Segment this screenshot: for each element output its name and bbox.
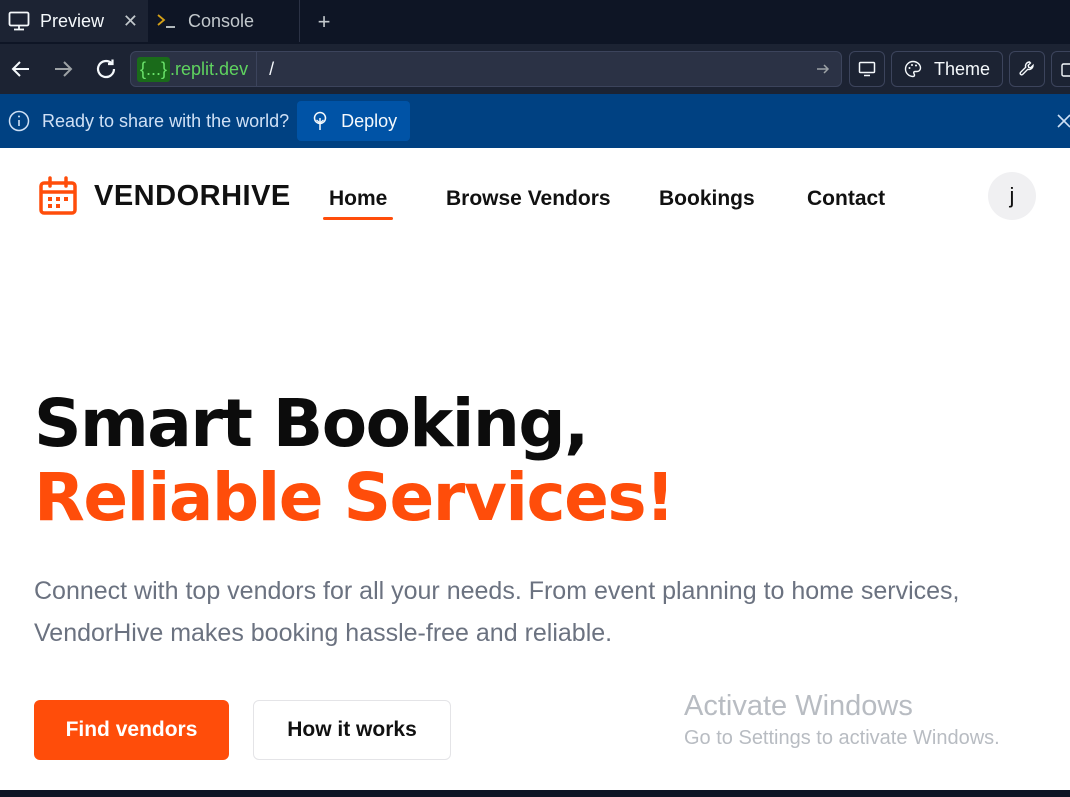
avatar[interactable]: j — [988, 172, 1036, 220]
nav-contact[interactable]: Contact — [807, 187, 885, 211]
windows-activation-watermark: Activate Windows Go to Settings to activ… — [684, 690, 1000, 750]
how-it-works-button[interactable]: How it works — [253, 700, 451, 760]
terminal-icon — [156, 11, 178, 31]
url-bar: {...} .replit.dev / Theme — [0, 44, 1070, 94]
calendar-icon[interactable] — [38, 176, 78, 221]
theme-button[interactable]: Theme — [891, 51, 1003, 87]
url-field[interactable]: {...} .replit.dev / — [130, 51, 842, 87]
refresh-icon — [96, 59, 116, 79]
nav-bookings[interactable]: Bookings — [659, 187, 755, 211]
nav-home[interactable]: Home — [322, 187, 394, 220]
arrow-right-icon — [55, 61, 73, 77]
monitor-icon — [858, 61, 876, 77]
tab-label: Console — [188, 10, 255, 31]
domain-braces: {...} — [137, 56, 171, 82]
tab-bar: Preview ✕ Console + — [0, 0, 1070, 44]
tab-preview[interactable]: Preview ✕ — [0, 0, 148, 42]
hero-description: Connect with top vendors for all your ne… — [34, 570, 1044, 654]
find-vendors-button[interactable]: Find vendors — [34, 700, 229, 760]
url-path[interactable]: / — [269, 59, 274, 80]
deploy-label: Deploy — [341, 110, 398, 131]
hero-description-line: Connect with top vendors for all your ne… — [34, 577, 960, 605]
arrow-left-icon — [11, 61, 29, 77]
add-tab-button[interactable]: + — [300, 0, 348, 44]
bottom-edge — [0, 790, 1070, 797]
external-link-icon — [1061, 63, 1070, 77]
go-arrow-icon[interactable] — [815, 61, 831, 77]
back-button[interactable] — [0, 48, 42, 90]
open-new-window-button[interactable] — [1051, 51, 1070, 87]
close-icon[interactable] — [1056, 110, 1070, 137]
theme-label: Theme — [933, 58, 991, 79]
domain-text: .replit.dev — [170, 58, 249, 79]
avatar-initial: j — [1009, 183, 1015, 208]
reload-button[interactable] — [85, 48, 127, 90]
close-icon[interactable]: ✕ — [123, 11, 138, 32]
tab-console[interactable]: Console — [148, 0, 300, 42]
palette-icon — [904, 60, 922, 78]
forward-button[interactable] — [42, 48, 84, 90]
plus-icon: + — [317, 9, 331, 34]
monitor-icon — [8, 11, 30, 31]
hero-title: Smart Booking, — [34, 385, 589, 462]
preview-page: VENDORHIVE Home Browse Vendors Bookings … — [0, 148, 1070, 790]
tab-label: Preview — [40, 10, 105, 31]
watermark-title: Activate Windows — [684, 690, 913, 722]
domain-chip[interactable]: {...} .replit.dev — [131, 52, 258, 86]
deploy-banner: Ready to share with the world? Deploy — [0, 94, 1070, 148]
nav-browse-vendors[interactable]: Browse Vendors — [446, 187, 611, 211]
banner-text: Ready to share with the world? — [42, 110, 290, 131]
wrench-icon — [1019, 61, 1034, 76]
brand-name[interactable]: VENDORHIVE — [94, 180, 291, 213]
device-button[interactable] — [849, 51, 885, 87]
devtools-button[interactable] — [1009, 51, 1045, 87]
info-icon — [8, 110, 30, 132]
deploy-icon — [311, 111, 329, 131]
hero-description-line: VendorHive makes booking hassle-free and… — [34, 619, 613, 647]
hero-title-highlight: Reliable Services! — [34, 459, 675, 536]
deploy-button[interactable]: Deploy — [297, 101, 411, 141]
site-header: VENDORHIVE Home Browse Vendors Bookings … — [0, 148, 1070, 248]
watermark-subtitle: Go to Settings to activate Windows. — [684, 727, 1000, 749]
